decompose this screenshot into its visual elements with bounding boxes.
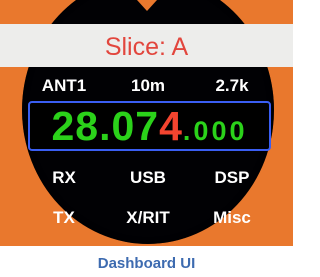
frequency-display[interactable]: 28.07 4.000	[28, 101, 271, 151]
antenna-label[interactable]: ANT1	[22, 74, 106, 98]
slice-title: Slice: A	[104, 33, 189, 61]
xrit-button[interactable]: X/RIT	[106, 205, 190, 231]
tx-button[interactable]: TX	[22, 205, 106, 231]
pointer-notch-icon	[137, 0, 157, 11]
filter-width-label[interactable]: 2.7k	[190, 74, 274, 98]
frequency-main: 28.07	[51, 103, 160, 149]
device-bezel: Slice: A ANT1 10m 2.7k 28.07 4.000 RX USB…	[0, 0, 293, 246]
rx-button[interactable]: RX	[22, 165, 106, 191]
frequency-fraction: .000	[182, 116, 248, 146]
figure-caption: Dashboard UI	[97, 255, 196, 272]
band-label[interactable]: 10m	[106, 74, 190, 98]
misc-button[interactable]: Misc	[190, 205, 274, 231]
mode-button[interactable]: USB	[106, 165, 190, 191]
info-row: ANT1 10m 2.7k	[22, 74, 274, 98]
dsp-button[interactable]: DSP	[190, 165, 274, 191]
button-row-2: TX X/RIT Misc	[22, 205, 274, 231]
button-row-1: RX USB DSP	[22, 165, 274, 191]
frequency-tuning-digit: 4	[159, 103, 183, 149]
